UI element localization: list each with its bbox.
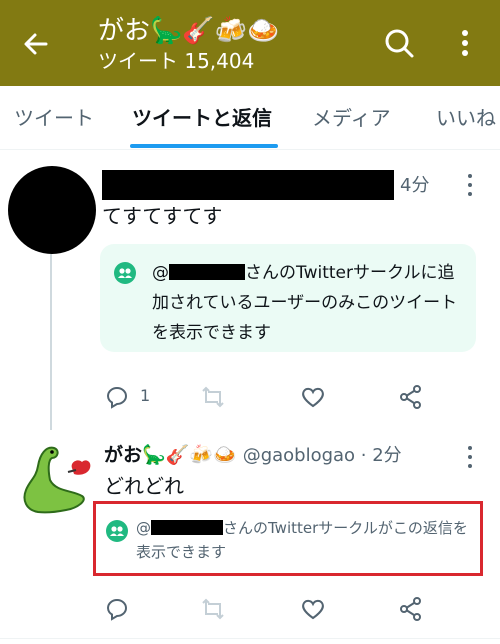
author-handle[interactable]: @gaoblogao · 2分	[243, 445, 402, 466]
reply-icon[interactable]	[104, 596, 130, 622]
tweet-author: がお🦕🎸🍻🍛 @gaoblogao · 2分	[104, 442, 402, 469]
tab-tweets-and-replies[interactable]: ツイートと返信	[132, 104, 272, 132]
tweet-count: ツイート 15,404	[98, 49, 255, 73]
reply-circle-notice: @ さんのTwitterサークルがこの返信を表示できます	[136, 519, 468, 561]
circle-notice-text: @ さんのTwitterサークルに追加されているユーザーのみこのツイートを表示でき…	[152, 263, 458, 343]
redacted-handle	[169, 264, 245, 280]
tweet-actions	[100, 594, 440, 624]
tweet-actions: 1	[100, 382, 440, 412]
tweet-time: 4分	[400, 175, 430, 196]
more-vertical-icon[interactable]	[448, 26, 482, 60]
retweet-icon[interactable]	[200, 596, 226, 622]
circle-notice: @ さんのTwitterサークルに追加されているユーザーのみこのツイートを表示でき…	[100, 244, 476, 352]
active-tab-indicator	[130, 144, 278, 148]
author-name[interactable]: がお🦕🎸🍻🍛	[104, 444, 237, 466]
like-icon[interactable]	[300, 596, 326, 622]
share-icon[interactable]	[398, 596, 424, 622]
reply-icon[interactable]	[104, 384, 130, 410]
like-icon[interactable]	[300, 384, 326, 410]
redacted-handle	[151, 520, 223, 535]
reply-count: 1	[140, 386, 151, 405]
tab-tweets[interactable]: ツイート	[14, 104, 94, 132]
profile-tabs: ツイート ツイートと返信 メディア いいね	[0, 86, 500, 150]
arrow-left-icon[interactable]	[20, 28, 52, 60]
divider	[0, 638, 500, 639]
tweet-text: てすてすてす	[102, 204, 223, 228]
profile-header: がお🦕🎸🍻🍛 ツイート 15,404	[0, 0, 500, 86]
tweet-text: どれどれ	[104, 474, 184, 498]
retweet-icon[interactable]	[200, 384, 226, 410]
dinosaur-avatar[interactable]	[16, 440, 96, 516]
share-icon[interactable]	[398, 384, 424, 410]
people-circle-icon	[114, 262, 136, 284]
redacted-name	[102, 170, 394, 200]
thread-line	[50, 254, 52, 430]
avatar[interactable]	[8, 166, 96, 254]
search-icon[interactable]	[382, 26, 416, 60]
profile-name: がお🦕🎸🍻🍛	[98, 16, 280, 46]
people-circle-icon	[106, 520, 128, 542]
tab-media[interactable]: メディア	[312, 104, 391, 132]
tweet-more-icon[interactable]	[466, 174, 474, 196]
tweet-more-icon[interactable]	[466, 446, 474, 468]
tab-likes[interactable]: いいね	[436, 104, 496, 132]
